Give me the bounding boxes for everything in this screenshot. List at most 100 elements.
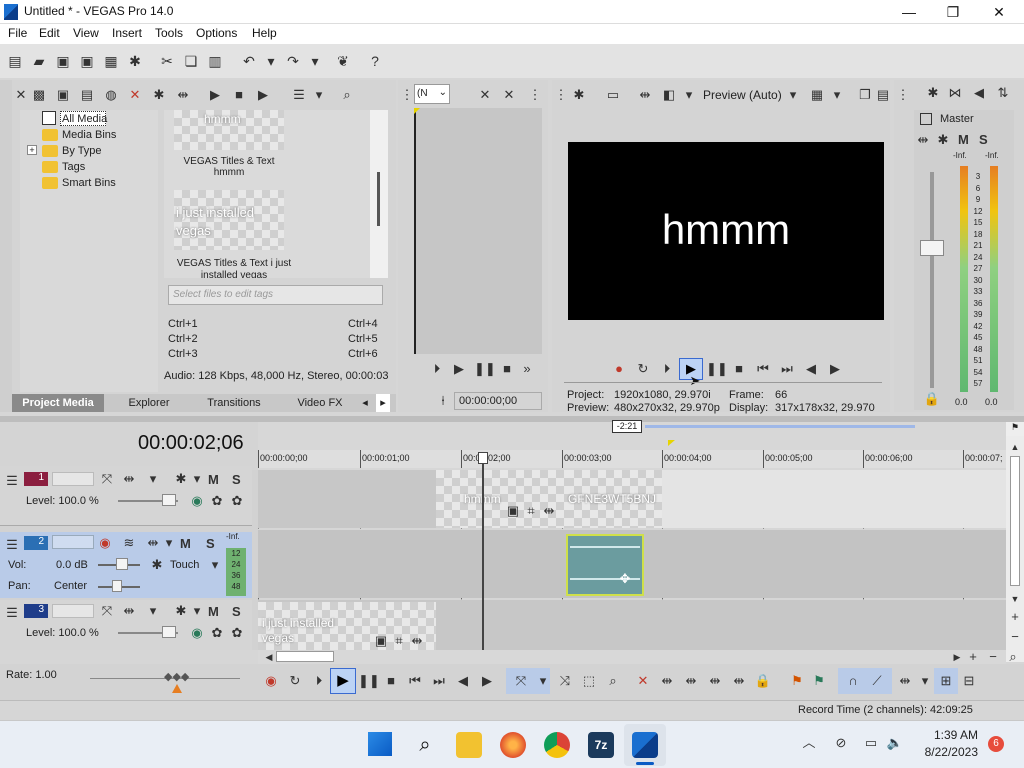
auto-preview-icon[interactable]: ⇹ — [174, 86, 192, 104]
track-name-field[interactable] — [52, 535, 94, 549]
get-media-icon[interactable]: ▤ — [78, 86, 96, 104]
external-monitor-icon[interactable]: ▭ — [604, 86, 622, 104]
track-motion-icon[interactable]: ⤧ — [98, 470, 116, 488]
undo-icon[interactable]: ↶ — [240, 52, 258, 70]
shortcut-5[interactable]: Ctrl+5 — [348, 333, 378, 345]
auto-crossfade-icon[interactable]: ⟋ — [868, 672, 886, 690]
overlays-dropdown-icon[interactable]: ▾ — [680, 86, 698, 104]
vegas-icon[interactable] — [632, 732, 658, 758]
paste-icon[interactable]: ▥ — [206, 52, 224, 70]
zoom-out-track-icon[interactable]: − — [1006, 628, 1024, 646]
search-icon[interactable]: ⌕ — [338, 86, 356, 104]
vol-slider-handle[interactable] — [116, 558, 128, 570]
tree-item-media-bins[interactable]: Media Bins — [62, 129, 116, 141]
stop-icon[interactable]: ■ — [382, 672, 400, 690]
pause-icon[interactable]: ❚❚ — [358, 672, 380, 690]
zoom-in-track-icon[interactable]: + — [1006, 608, 1024, 626]
solo-button[interactable]: S — [206, 536, 215, 551]
insert-marker-icon[interactable]: ⚑ — [788, 672, 806, 690]
trim-icon[interactable]: ⇹ — [658, 672, 676, 690]
tab-video-fx[interactable]: Video FX — [290, 394, 350, 412]
clip-fx-icon[interactable]: ⇹ — [408, 632, 426, 650]
record-icon[interactable]: ● — [610, 360, 628, 378]
horizontal-scrollbar-thumb[interactable] — [276, 651, 334, 662]
copy-snapshot-icon[interactable]: ❐ — [856, 86, 874, 104]
loop-playback-icon[interactable]: ↻ — [634, 360, 652, 378]
track-blend-icon[interactable]: ✿ — [208, 492, 226, 510]
tree-item-all-media[interactable]: All Media — [62, 113, 107, 125]
grid-dropdown-icon[interactable]: ▾ — [828, 86, 846, 104]
dim-output-icon[interactable]: ◀ — [970, 84, 988, 102]
remove-icon[interactable]: ✕ — [126, 86, 144, 104]
chrome-icon[interactable] — [544, 732, 570, 758]
shortcut-4[interactable]: Ctrl+4 — [348, 318, 378, 330]
search-icon[interactable]: ⌕ — [412, 732, 438, 758]
render-icon[interactable]: ❦ — [334, 52, 352, 70]
shortcut-3[interactable]: Ctrl+3 — [168, 348, 198, 360]
rate-slider-handle[interactable]: ◆◆◆ — [164, 670, 190, 684]
help-icon[interactable]: ? — [366, 52, 384, 70]
track-grip-icon[interactable]: ☰ — [3, 536, 21, 554]
menu-insert[interactable]: Insert — [112, 26, 142, 40]
save-snapshot-icon[interactable]: ▤ — [874, 86, 892, 104]
trimmer-remove-icon[interactable]: ✕ — [476, 86, 494, 104]
tab-scroll-left-icon[interactable]: ◂ — [358, 394, 372, 412]
next-frame-icon[interactable]: ▶ — [478, 672, 496, 690]
track-motion-icon[interactable]: ⤧ — [98, 602, 116, 620]
lock-icon[interactable]: 🔒 — [754, 672, 772, 690]
web-icon[interactable]: ◍ — [102, 86, 120, 104]
arm-for-record-icon[interactable]: ◉ — [96, 534, 114, 552]
views-icon[interactable]: ☰ — [290, 86, 308, 104]
timeline-horizontal-scrollbar[interactable] — [258, 650, 1006, 664]
stop-icon[interactable]: ■ — [730, 360, 748, 378]
mixer-channels-icon[interactable]: ⇅ — [994, 84, 1012, 102]
play-from-start-icon[interactable]: ⏵ — [658, 360, 676, 378]
file-explorer-icon[interactable] — [456, 732, 482, 758]
mute-button[interactable]: M — [208, 472, 219, 487]
trimmer-dropdown[interactable]: (N ⌄ — [414, 84, 450, 104]
previous-frame-icon[interactable]: ◀ — [454, 672, 472, 690]
delete-icon[interactable]: ✕ — [634, 672, 652, 690]
firefox-icon[interactable] — [500, 732, 526, 758]
save-icon[interactable]: ▣ — [54, 52, 72, 70]
loop-region-bar[interactable] — [645, 425, 915, 428]
shortcut-1[interactable]: Ctrl+1 — [168, 318, 198, 330]
volume-icon[interactable]: 🔈 — [886, 734, 904, 752]
track-routing-dropdown-icon[interactable]: ▾ — [160, 534, 178, 552]
scrollbar-thumb[interactable] — [1010, 456, 1020, 586]
record-icon[interactable]: ◉ — [262, 672, 280, 690]
track-fx-dropdown-icon[interactable]: ▾ — [188, 470, 206, 488]
overlays-icon[interactable]: ◧ — [660, 86, 678, 104]
shortcut-6[interactable]: Ctrl+6 — [348, 348, 378, 360]
current-time-display[interactable]: 00:00:02;06 — [138, 432, 244, 455]
chevron-up-icon[interactable]: ︿ — [800, 734, 818, 752]
playhead-handle[interactable] — [478, 452, 488, 464]
marker-flag-icon[interactable]: ⚑ — [1006, 422, 1024, 436]
level-slider-handle[interactable] — [162, 626, 176, 638]
downmix-icon[interactable]: ⋈ — [946, 84, 964, 102]
clip-crop-icon[interactable]: ⌗ — [522, 502, 540, 520]
level-slider-handle[interactable] — [162, 494, 176, 506]
lock-icon[interactable]: 🔒 — [923, 390, 941, 408]
display-icon[interactable]: ▭ — [862, 734, 880, 752]
restore-button[interactable]: ❐ — [930, 0, 976, 24]
start-icon[interactable] — [368, 732, 392, 756]
track-composite-icon[interactable]: ◉ — [188, 624, 206, 642]
menu-view[interactable]: View — [73, 26, 99, 40]
mute-button[interactable]: M — [208, 604, 219, 619]
ignore-event-grouping-icon[interactable]: ⊟ — [960, 672, 978, 690]
media-fx-icon[interactable]: ✱ — [150, 86, 168, 104]
go-to-start-icon[interactable]: ⏮ — [754, 360, 772, 378]
insert-region-icon[interactable]: ⚑ — [810, 672, 828, 690]
trim-pause-icon[interactable]: ❚❚ — [474, 360, 496, 378]
track-mask-icon[interactable]: ✿ — [228, 624, 246, 642]
envelope-tool-icon[interactable]: ⤨ — [556, 672, 574, 690]
redo-icon[interactable]: ↷ — [284, 52, 302, 70]
track-blend-icon[interactable]: ✿ — [208, 624, 226, 642]
zoom-edit-tool-icon[interactable]: ⌕ — [604, 672, 622, 690]
cut-icon[interactable]: ✂ — [158, 52, 176, 70]
track-composite-icon[interactable]: ◉ — [188, 492, 206, 510]
go-to-end-icon[interactable]: ⏭ — [430, 672, 448, 690]
capture-icon[interactable]: ▣ — [54, 86, 72, 104]
tree-item-tags[interactable]: Tags — [62, 161, 85, 173]
